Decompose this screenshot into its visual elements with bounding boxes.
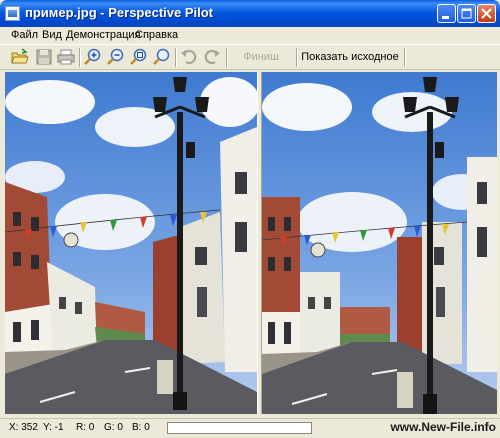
minimize-icon — [442, 16, 449, 19]
watermark-text: www.New-File.info — [390, 420, 496, 434]
original-street-photo — [5, 72, 257, 414]
status-r: R: 0 — [76, 422, 95, 433]
status-y: Y: -1 — [43, 422, 64, 433]
status-g: G: 0 — [104, 422, 123, 433]
close-button[interactable] — [477, 4, 496, 23]
status-b: B: 0 — [132, 422, 150, 433]
minimize-button[interactable] — [437, 4, 456, 23]
toolbar: Финиш Показать исходное — [0, 44, 500, 70]
toolbar-separator — [404, 48, 406, 67]
redo-icon[interactable] — [203, 48, 221, 66]
image-workspace — [5, 72, 497, 414]
open-icon[interactable] — [11, 48, 29, 66]
save-icon[interactable] — [35, 48, 53, 66]
title-bar[interactable]: пример.jpg - Perspective Pilot — [0, 0, 500, 27]
close-icon — [481, 8, 492, 19]
show-original-button[interactable]: Показать исходное — [300, 47, 400, 68]
app-image-icon — [5, 6, 20, 21]
menu-bar: Файл Вид Демонстрация Справка — [0, 27, 500, 44]
corrected-street-photo — [262, 72, 497, 414]
finish-button[interactable]: Финиш — [232, 47, 290, 68]
zoom-out-icon[interactable] — [107, 48, 125, 66]
menu-view[interactable]: Вид — [42, 29, 62, 41]
corrected-image-pane[interactable] — [262, 72, 497, 414]
progress-bar — [167, 422, 312, 434]
zoom-in-icon[interactable] — [84, 48, 102, 66]
menu-demo[interactable]: Демонстрация — [66, 29, 141, 41]
undo-icon[interactable] — [180, 48, 198, 66]
toolbar-separator — [175, 48, 177, 67]
status-x: X: 352 — [9, 422, 38, 433]
maximize-icon — [461, 8, 472, 19]
original-image-pane[interactable] — [5, 72, 257, 414]
menu-file[interactable]: Файл — [11, 29, 38, 41]
toolbar-separator — [296, 48, 298, 67]
maximize-button[interactable] — [457, 4, 476, 23]
toolbar-separator — [79, 48, 81, 67]
print-icon[interactable] — [57, 48, 75, 66]
status-bar: X: 352 Y: -1 R: 0 G: 0 B: 0 www.New-File… — [0, 418, 500, 438]
window-title: пример.jpg - Perspective Pilot — [25, 5, 213, 20]
menu-help[interactable]: Справка — [135, 29, 178, 41]
zoom-actual-icon[interactable] — [153, 48, 171, 66]
zoom-fit-icon[interactable] — [130, 48, 148, 66]
toolbar-separator — [226, 48, 228, 67]
